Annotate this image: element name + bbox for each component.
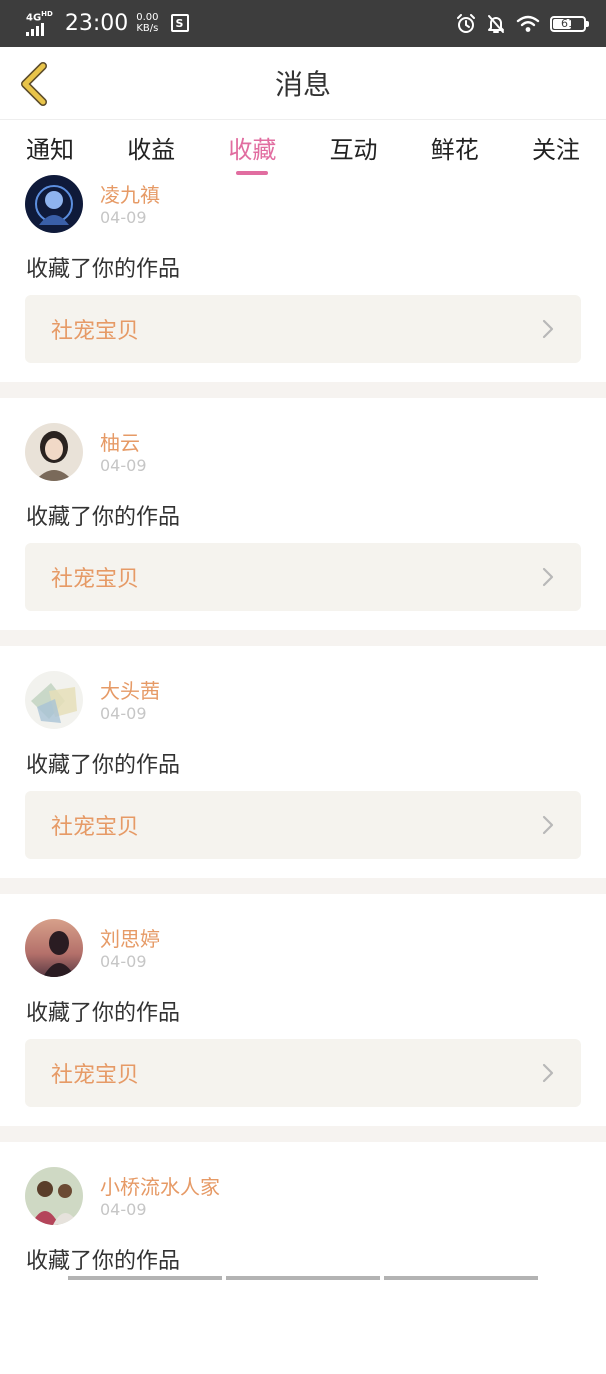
tab-bar: 通知 收益 收藏 互动 鲜花 关注 (0, 120, 606, 174)
network-indicator: 4GHD (26, 11, 53, 36)
list-item: 凌九禛 04-09 收藏了你的作品 社宠宝贝 (0, 150, 606, 382)
list-item: 柚云 04-09 收藏了你的作品 社宠宝贝 (0, 398, 606, 630)
work-title: 社宠宝贝 (51, 1057, 139, 1089)
message-date: 04-09 (100, 952, 147, 971)
action-text: 收藏了你的作品 (26, 251, 180, 283)
tab-following[interactable]: 关注 (530, 130, 582, 165)
avatar[interactable] (25, 423, 83, 481)
tab-interactions[interactable]: 互动 (328, 130, 380, 165)
page-header: 消息 (0, 47, 606, 120)
network-type: 4G (26, 12, 41, 23)
list-item: 刘思婷 04-09 收藏了你的作品 社宠宝贝 (0, 894, 606, 1126)
speed-value: 0.00 (136, 12, 158, 23)
battery-icon: 61 (550, 16, 586, 32)
action-text: 收藏了你的作品 (26, 747, 180, 779)
message-date: 04-09 (100, 456, 147, 475)
s-app-icon: S (171, 14, 189, 32)
work-title: 社宠宝贝 (51, 809, 139, 841)
list-item: 小桥流水人家 04-09 收藏了你的作品 (0, 1142, 606, 1374)
user-name[interactable]: 大头茜 (100, 675, 160, 704)
work-link[interactable]: 社宠宝贝 (25, 791, 581, 859)
tab-flowers[interactable]: 鲜花 (429, 130, 481, 165)
speed-unit: KB/s (136, 23, 158, 34)
tab-notifications[interactable]: 通知 (24, 130, 76, 165)
action-text: 收藏了你的作品 (26, 995, 180, 1027)
battery-level: 61 (561, 17, 575, 30)
network-speed: 0.00 KB/s (136, 12, 158, 34)
message-date: 04-09 (100, 704, 147, 723)
work-link[interactable]: 社宠宝贝 (25, 543, 581, 611)
message-date: 04-09 (100, 208, 147, 227)
chevron-right-icon (541, 318, 555, 340)
back-button[interactable] (14, 61, 54, 107)
wifi-icon (516, 15, 540, 33)
action-text: 收藏了你的作品 (26, 1243, 180, 1275)
clock-time: 23:00 (65, 11, 128, 36)
alarm-icon (456, 14, 476, 34)
list-item: 大头茜 04-09 收藏了你的作品 社宠宝贝 (0, 646, 606, 878)
chevron-left-icon (17, 62, 51, 106)
divider (0, 878, 606, 894)
message-list: 凌九禛 04-09 收藏了你的作品 社宠宝贝 柚云 04-09 收藏了你的作品 … (0, 174, 606, 1374)
divider (0, 630, 606, 646)
avatar[interactable] (25, 919, 83, 977)
action-text: 收藏了你的作品 (26, 499, 180, 531)
chevron-right-icon (541, 814, 555, 836)
chevron-right-icon (541, 1062, 555, 1084)
avatar[interactable] (25, 671, 83, 729)
tab-earnings[interactable]: 收益 (125, 130, 177, 165)
user-name[interactable]: 刘思婷 (100, 923, 160, 952)
user-name[interactable]: 凌九禛 (100, 179, 160, 208)
message-date: 04-09 (100, 1200, 147, 1219)
work-title: 社宠宝贝 (51, 313, 139, 345)
divider (0, 382, 606, 398)
avatar[interactable] (25, 1167, 83, 1225)
avatar[interactable] (25, 175, 83, 233)
signal-icon (26, 24, 44, 36)
page-title: 消息 (275, 63, 331, 103)
divider (0, 1126, 606, 1142)
work-link[interactable]: 社宠宝贝 (25, 1039, 581, 1107)
chevron-right-icon (541, 566, 555, 588)
tab-favorites[interactable]: 收藏 (226, 130, 278, 165)
bell-off-icon (486, 14, 506, 34)
work-title: 社宠宝贝 (51, 561, 139, 593)
user-name[interactable]: 柚云 (100, 427, 140, 456)
user-name[interactable]: 小桥流水人家 (100, 1171, 220, 1200)
network-sub: HD (41, 10, 53, 18)
s-app-label: S (176, 17, 184, 30)
work-link[interactable]: 社宠宝贝 (25, 295, 581, 363)
status-bar: 4GHD 23:00 0.00 KB/s S 61 (0, 0, 606, 47)
home-indicator (68, 1276, 538, 1280)
